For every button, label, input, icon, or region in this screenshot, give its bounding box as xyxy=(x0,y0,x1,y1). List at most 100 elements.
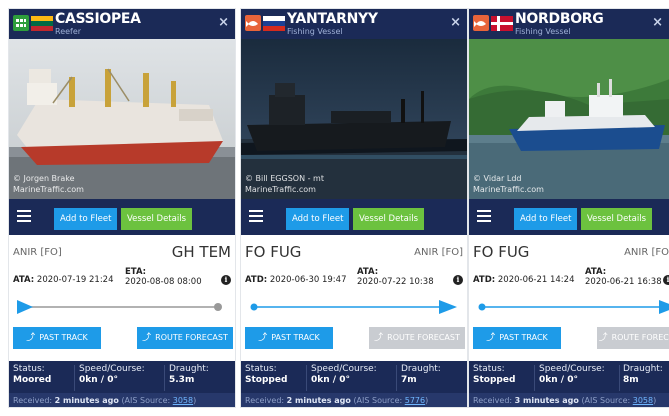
vessel-position-arrow-icon xyxy=(659,300,669,314)
voyage-ports: FO FUG ANIR [FO] xyxy=(245,243,463,263)
voyage-times: ATA: 2020-07-19 21:24 ETA: 2020-08-08 08… xyxy=(13,267,231,291)
divider xyxy=(74,365,75,391)
close-icon[interactable]: × xyxy=(450,15,461,30)
departure-time: ATD: 2020-06-30 19:47 xyxy=(245,275,347,285)
vessel-details-button[interactable]: Vessel Details xyxy=(581,208,653,230)
vessel-name[interactable]: NORDBORG xyxy=(515,11,604,27)
vessel-stats: Status: Stopped Speed/Course: 0kn / 0° Dra… xyxy=(469,361,669,393)
divider xyxy=(396,365,397,391)
vessel-position-arrow-icon xyxy=(17,300,33,314)
menu-icon[interactable] xyxy=(477,210,491,222)
menu-icon[interactable] xyxy=(249,210,263,222)
departure-time: ATD: 2020-06-21 14:24 xyxy=(473,275,575,285)
received-info: Received: 2 minutes ago (AIS Source: 305… xyxy=(9,393,235,407)
russia-flag-icon xyxy=(263,16,285,31)
divider xyxy=(619,365,620,391)
vessel-type: Fishing Vessel xyxy=(287,27,343,36)
vessel-stats: Status: Moored Speed/Course: 0kn / 0° Drau… xyxy=(9,361,235,393)
past-track-button[interactable]: ⤴ PAST TRACK xyxy=(245,327,333,349)
ais-source-link[interactable]: 5776 xyxy=(405,396,425,405)
received-info: Received: 2 minutes ago (AIS Source: 577… xyxy=(241,393,467,407)
vessel-type: Fishing Vessel xyxy=(515,27,571,36)
action-bar: Add to Fleet Vessel Details xyxy=(9,199,235,235)
track-buttons: ⤴PAST TRACK ⤴ROUTE FORECAS xyxy=(473,327,669,349)
origin-port[interactable]: FO FUG xyxy=(473,243,529,261)
divider xyxy=(534,365,535,391)
divider xyxy=(164,365,165,391)
add-to-fleet-button[interactable]: Add to Fleet xyxy=(514,208,578,230)
vessel-name[interactable]: YANTARNYY xyxy=(287,11,378,27)
vessel-details-button[interactable]: Vessel Details xyxy=(353,208,425,230)
card-header: CASSIOPEA Reefer × xyxy=(9,9,235,39)
ais-source-link[interactable]: 3058 xyxy=(173,396,193,405)
vessel-card-cassiopea: CASSIOPEA Reefer × © Jorgen Brake Marine… xyxy=(8,8,236,408)
status-stat: Status: Stopped xyxy=(245,364,288,385)
vessel-type: Reefer xyxy=(55,27,82,36)
photo-credit: © Vidar Ldd MarineTraffic.com xyxy=(473,174,544,194)
vessel-name[interactable]: CASSIOPEA xyxy=(55,11,141,27)
voyage-times: ATD: 2020-06-21 14:24 ATA: 2020-06-21 16… xyxy=(473,267,669,291)
destination-port[interactable]: ANIR [FO] xyxy=(414,247,463,258)
origin-port[interactable]: ANIR [FO] xyxy=(13,247,62,258)
info-icon[interactable]: i xyxy=(221,275,231,285)
vessel-details-button[interactable]: Vessel Details xyxy=(121,208,193,230)
denmark-flag-icon xyxy=(491,16,513,31)
vessel-stats: Status: Stopped Speed/Course: 0kn / 0° Dra… xyxy=(241,361,467,393)
route-forecast-button[interactable]: ⤴ ROUTE FORECAST xyxy=(369,327,465,349)
route-forecast-button[interactable]: ⤴ROUTE FORECAS xyxy=(597,327,669,349)
speed-course-stat: Speed/Course: 0kn / 0° xyxy=(311,364,377,385)
past-track-button[interactable]: ⤴ PAST TRACK xyxy=(13,327,101,349)
past-track-button[interactable]: ⤴ PAST TRACK xyxy=(473,327,561,349)
ais-source-link[interactable]: 3058 xyxy=(633,396,653,405)
track-buttons: ⤴ PAST TRACK ⤴ ROUTE FORECAST xyxy=(245,327,465,349)
draught-stat: Draught: 8m xyxy=(623,364,663,385)
destination-port[interactable]: ANIR [FO xyxy=(624,247,669,258)
close-icon[interactable]: × xyxy=(652,15,663,30)
route-forecast-button[interactable]: ⤴ ROUTE FORECAST xyxy=(137,327,233,349)
arrival-time: ATA: 2020-06-21 16:38 xyxy=(585,267,662,287)
speed-course-stat: Speed/Course: 0kn / 0° xyxy=(79,364,145,385)
vessel-position-arrow-icon xyxy=(439,300,457,314)
voyage-times: ATD: 2020-06-30 19:47 ATA: 2020-07-22 10… xyxy=(245,267,463,291)
speed-course-stat: Speed/Course: 0kn / 0° xyxy=(539,364,605,385)
vessel-photo[interactable]: © Jorgen Brake MarineTraffic.com xyxy=(9,39,235,199)
menu-icon[interactable] xyxy=(17,210,31,222)
photo-credit: © Jorgen Brake MarineTraffic.com xyxy=(13,174,84,194)
fishing-vessel-type-icon xyxy=(245,15,261,31)
status-stat: Status: Stopped xyxy=(473,364,516,385)
voyage-progress-bar xyxy=(245,299,457,315)
arrival-time: ATA: 2020-07-19 21:24 xyxy=(13,275,114,285)
track-buttons: ⤴ PAST TRACK ⤴ ROUTE FORECAST xyxy=(13,327,233,349)
status-stat: Status: Moored xyxy=(13,364,52,385)
info-icon[interactable]: i xyxy=(453,275,463,285)
voyage-ports: ANIR [FO] GH TEM xyxy=(13,243,231,263)
destination-port[interactable]: GH TEM xyxy=(172,243,231,261)
add-to-fleet-button[interactable]: Add to Fleet xyxy=(54,208,118,230)
draught-stat: Draught: 7m xyxy=(401,364,441,385)
vessel-photo[interactable]: © Bill EGGSON - mt MarineTraffic.com xyxy=(241,39,467,199)
photo-credit: © Bill EGGSON - mt MarineTraffic.com xyxy=(245,174,324,194)
fishing-vessel-type-icon xyxy=(473,15,489,31)
eta-time: ETA: 2020-08-08 08:00 xyxy=(125,267,202,287)
add-to-fleet-button[interactable]: Add to Fleet xyxy=(286,208,350,230)
draught-stat: Draught: 5.3m xyxy=(169,364,209,385)
vessel-card-yantarnyy: YANTARNYY Fishing Vessel × © Bill EGGSON… xyxy=(240,8,468,408)
lithuania-flag-icon xyxy=(31,16,53,31)
reefer-type-icon xyxy=(13,15,29,31)
card-header: YANTARNYY Fishing Vessel × xyxy=(241,9,467,39)
close-icon[interactable]: × xyxy=(218,15,229,30)
voyage-progress-bar xyxy=(13,299,225,315)
received-info: Received: 3 minutes ago (AIS Source: 305… xyxy=(469,393,669,407)
voyage-ports: FO FUG ANIR [FO xyxy=(473,243,669,263)
divider xyxy=(306,365,307,391)
voyage-progress-bar xyxy=(473,299,669,315)
action-bar: Add to Fleet Vessel Details xyxy=(241,199,467,235)
arrival-time: ATA: 2020-07-22 10:38 xyxy=(357,267,434,287)
info-icon[interactable]: i xyxy=(663,275,669,285)
origin-port[interactable]: FO FUG xyxy=(245,243,301,261)
card-header: NORDBORG Fishing Vessel × xyxy=(469,9,669,39)
vessel-card-nordborg: NORDBORG Fishing Vessel × © Vidar Ldd Ma… xyxy=(468,8,669,408)
vessel-photo[interactable]: © Vidar Ldd MarineTraffic.com xyxy=(469,39,669,199)
action-bar: Add to Fleet Vessel Details xyxy=(469,199,669,235)
destination-dot-icon xyxy=(214,303,222,311)
